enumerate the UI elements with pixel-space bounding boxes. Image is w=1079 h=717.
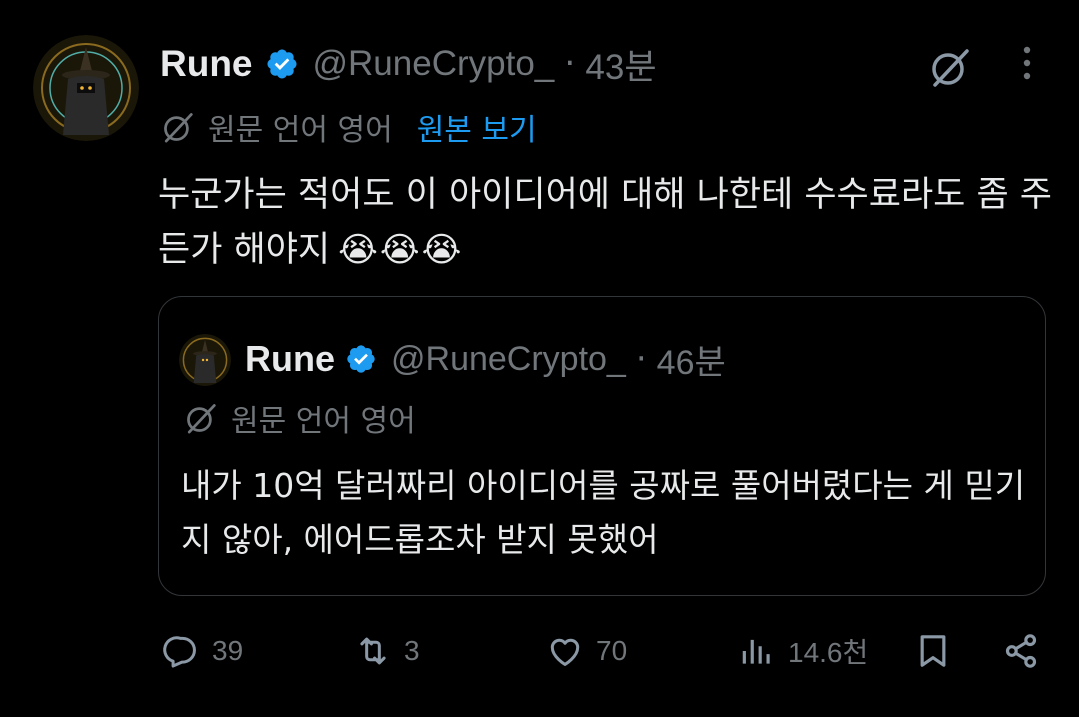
timestamp[interactable]: 43분: [585, 39, 656, 90]
quoted-tweet-text: 내가 10억 달러짜리 아이디어를 공짜로 풀어버렸다는 게 믿기지 않아, 에…: [181, 466, 1026, 559]
author-name[interactable]: Rune: [160, 43, 253, 85]
share-icon[interactable]: [1001, 631, 1041, 671]
grok-icon[interactable]: [927, 44, 973, 90]
quoted-tweet[interactable]: Rune @RuneCrypto_ · 46분 원문 언어 영어 내가 10억 …: [158, 296, 1046, 596]
quoted-avatar: [179, 334, 231, 386]
repost-button[interactable]: 3: [354, 628, 420, 674]
views-button[interactable]: 14.6천: [738, 628, 868, 674]
reply-icon: [163, 636, 196, 668]
quoted-header: Rune @RuneCrypto_ · 46분: [245, 335, 726, 383]
verified-badge-icon: [347, 345, 375, 373]
like-icon: [550, 638, 580, 666]
tweet-header: Rune @RuneCrypto_ · 43분: [160, 40, 657, 88]
author-handle[interactable]: @RuneCrypto_: [313, 44, 555, 84]
reply-button[interactable]: 39: [162, 628, 243, 674]
quoted-timestamp: 46분: [656, 343, 726, 382]
bookmark-icon[interactable]: [913, 631, 953, 671]
translation-row: 원문 언어 영어 원본 보기: [160, 106, 537, 148]
translate-icon: [187, 404, 216, 434]
verified-badge-icon: [266, 49, 297, 79]
views-count: 14.6천: [788, 637, 869, 668]
separator: ·: [635, 339, 647, 379]
more-icon[interactable]: [1012, 44, 1042, 84]
tweet-text-content: 누군가는 적어도 이 아이디어에 대해 나한테 수수료라도 좀 주든가 해야지: [158, 175, 1053, 270]
like-count: 70: [596, 635, 628, 666]
reply-count: 39: [212, 635, 244, 666]
translate-icon: [164, 113, 193, 143]
crying-emoji: 😭😭😭: [338, 230, 464, 270]
action-bar: 39 3 70 14.6천: [0, 628, 1079, 674]
translation-label: 원문 언어 영어: [208, 113, 393, 148]
avatar[interactable]: [33, 35, 139, 141]
view-original-link[interactable]: 원본 보기: [417, 105, 537, 149]
separator: ·: [564, 44, 576, 84]
quoted-author-name: Rune: [245, 338, 335, 379]
repost-count: 3: [404, 635, 420, 666]
quoted-author-handle: @RuneCrypto_: [391, 339, 626, 378]
quoted-translation-row: 원문 언어 영어: [183, 397, 416, 439]
repost-icon: [360, 637, 386, 665]
like-button[interactable]: 70: [546, 628, 627, 674]
tweet-text: 누군가는 적어도 이 아이디어에 대해 나한테 수수료라도 좀 주든가 해야지 😭…: [158, 168, 1058, 278]
quoted-translation-label: 원문 언어 영어: [231, 404, 416, 439]
views-icon: [742, 639, 770, 664]
